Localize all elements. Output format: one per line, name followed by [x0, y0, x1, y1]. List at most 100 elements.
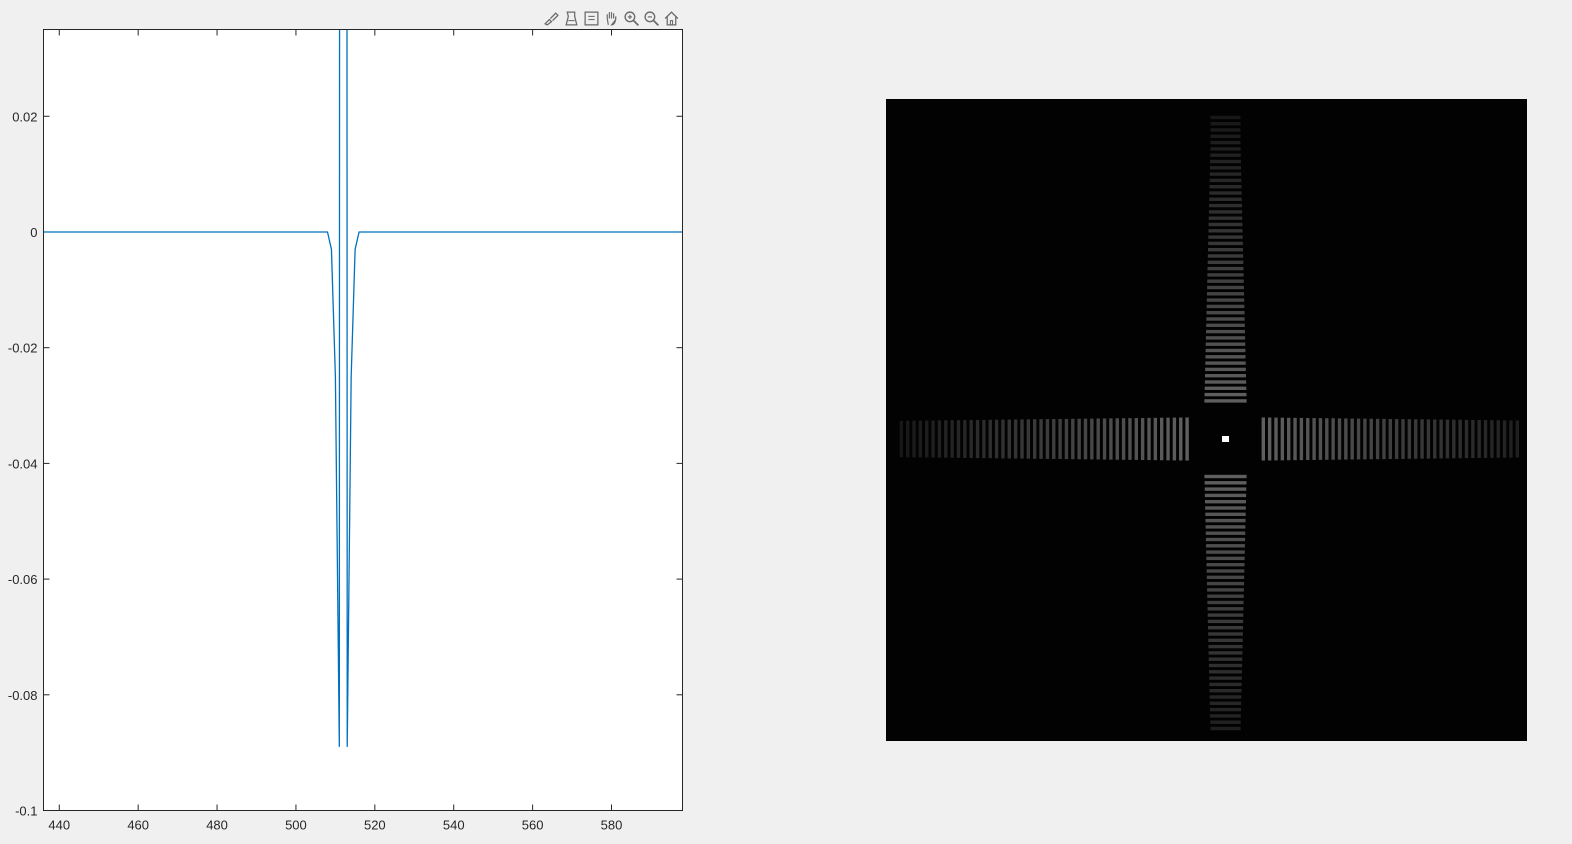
- spectrum-band: [906, 420, 910, 458]
- spectrum-band: [1210, 115, 1241, 120]
- spectrum-band: [1083, 418, 1088, 460]
- spectrum-band: [1490, 420, 1494, 458]
- spectrum-band: [1208, 222, 1243, 227]
- spectrum-band: [1205, 355, 1246, 359]
- spectrum-band: [950, 420, 954, 458]
- spectrum-band: [963, 420, 967, 458]
- spectrum-band: [1206, 304, 1245, 309]
- spectrum-band: [931, 420, 935, 458]
- spectrum-image[interactable]: [886, 99, 1527, 741]
- spectrum-band: [1115, 418, 1119, 460]
- spectrum-band: [1206, 317, 1245, 321]
- spectrum-band: [899, 420, 904, 458]
- spectrum-band: [1206, 298, 1245, 302]
- spectrum-band: [1464, 419, 1469, 459]
- spectrum-band: [1209, 707, 1242, 712]
- x-tick-label: 440: [48, 818, 70, 833]
- y-tick-label: -0.02: [8, 341, 38, 356]
- spectrum-band: [1208, 657, 1243, 661]
- x-tick-label: 540: [443, 818, 465, 833]
- spectrum-band: [969, 420, 973, 458]
- spectrum-band: [1208, 651, 1243, 655]
- spectrum-band: [1401, 419, 1405, 459]
- spectrum-band: [1306, 417, 1310, 461]
- spectrum-band: [1204, 392, 1247, 397]
- spectrum-band: [1502, 420, 1507, 458]
- spectrum-band: [1209, 689, 1242, 693]
- x-tick-labels: 440 460 480 500 520 540 560 580: [48, 818, 622, 833]
- spectrum-band: [1209, 191, 1242, 195]
- spectrum-band: [982, 419, 986, 459]
- spectrum-band: [1207, 266, 1244, 271]
- spectrum-band: [1280, 417, 1285, 461]
- spectrum-band: [1299, 417, 1304, 461]
- spectrum-band: [1205, 506, 1246, 510]
- spectrum-band: [1206, 292, 1245, 296]
- y-tick-label: -0.06: [8, 572, 38, 587]
- spectrum-band: [1205, 342, 1246, 346]
- spectrum-band: [1356, 418, 1361, 460]
- spectrum-band: [1033, 419, 1037, 459]
- spectrum-band: [1331, 418, 1335, 460]
- spectrum-band: [1344, 418, 1348, 460]
- spectrum-band: [1020, 419, 1024, 459]
- spectrum-band: [1209, 185, 1242, 189]
- spectrum-band: [1209, 166, 1242, 170]
- spectrum-band: [1496, 420, 1500, 458]
- spectrum-band: [1064, 418, 1069, 460]
- spectrum-band: [1208, 663, 1243, 668]
- spectrum-band: [1208, 248, 1243, 252]
- x-tick-label: 460: [127, 818, 149, 833]
- spectrum-band: [1210, 140, 1241, 145]
- spectrum-band: [1209, 178, 1242, 183]
- plot-area: [43, 29, 683, 811]
- spectrum-band: [1208, 235, 1243, 239]
- spectrum-band: [1007, 419, 1011, 459]
- spectrum-band: [1205, 500, 1246, 504]
- spectrum-band: [1208, 644, 1243, 649]
- spectrum-band: [1208, 638, 1243, 642]
- line-chart[interactable]: 440 460 480 500 520 540 560 580 0.02 0 -0.02 -0.04…: [0, 0, 700, 844]
- spectrum-band: [912, 420, 916, 458]
- spectrum-band: [1147, 417, 1151, 461]
- spectrum-band: [1204, 380, 1247, 384]
- spectrum-band: [1206, 329, 1245, 334]
- spectrum-band: [1153, 417, 1158, 461]
- spectrum-band: [1121, 418, 1126, 460]
- spectrum-band: [1204, 481, 1247, 485]
- spectrum-band: [1509, 420, 1513, 458]
- spectrum-band: [1052, 419, 1056, 459]
- spectrum-band: [1207, 619, 1244, 624]
- x-tick-label: 560: [522, 818, 544, 833]
- spectrum-band: [1209, 676, 1242, 680]
- spectrum-band: [1426, 419, 1431, 459]
- spectrum-band: [1208, 210, 1243, 214]
- spectrum-band: [1210, 147, 1241, 151]
- spectrum-band: [1206, 563, 1245, 567]
- y-tick-label: -0.04: [8, 456, 38, 471]
- spectrum-band: [1205, 518, 1246, 523]
- spectrum-band: [1166, 417, 1170, 461]
- spectrum-band: [1058, 418, 1062, 460]
- spectrum-band: [1209, 695, 1242, 699]
- spectrum-band: [1208, 216, 1243, 220]
- spectrum-band: [1293, 417, 1297, 461]
- spectrum-band: [1102, 418, 1107, 460]
- y-tick-label: -0.08: [8, 688, 38, 703]
- spectrum-band: [1287, 417, 1291, 461]
- spectrum-band: [1205, 367, 1246, 372]
- spectrum-band: [1209, 701, 1242, 705]
- spectrum-band: [1206, 550, 1245, 554]
- spectrum-band: [1206, 575, 1245, 579]
- spectrum-band: [1208, 626, 1243, 630]
- spectrum-band: [994, 419, 999, 459]
- spectrum-band: [956, 420, 961, 458]
- spectrum-band: [1208, 229, 1243, 233]
- spectrum-band: [1452, 419, 1456, 459]
- spectrum-band: [1209, 203, 1242, 208]
- y-tick-label: 0.02: [12, 109, 37, 124]
- spectrum-band: [1206, 544, 1245, 548]
- spectrum-band: [1207, 285, 1244, 290]
- spectrum-band: [1207, 600, 1244, 605]
- spectrum-band: [1204, 399, 1247, 403]
